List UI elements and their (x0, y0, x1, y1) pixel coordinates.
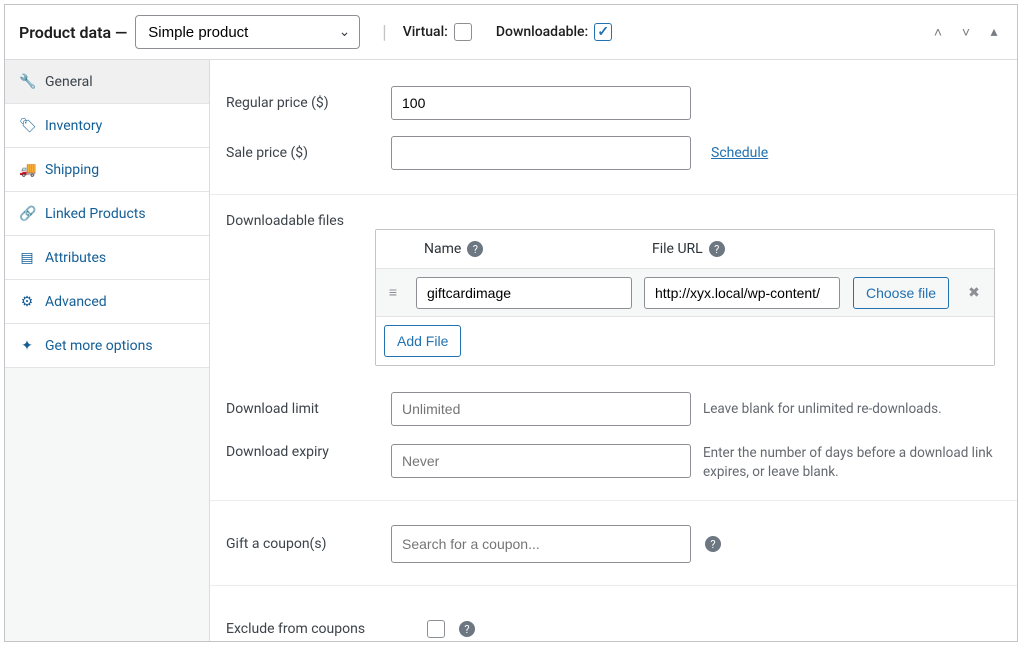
help-icon[interactable]: ? (709, 241, 725, 257)
sidebar-tab-getmore[interactable]: ✦ Get more options (5, 324, 209, 368)
sidebar-tab-label: General (45, 74, 93, 90)
sidebar-tab-label: Linked Products (45, 206, 146, 222)
gift-coupon-label: Gift a coupon(s) (226, 536, 391, 552)
link-icon: 🔗 (19, 206, 35, 222)
panel-title: Product data — (19, 23, 127, 42)
wrench-icon: 🔧 (19, 74, 35, 90)
downloadable-file-row: ≡ Choose file ✖ (376, 268, 994, 316)
regular-price-input[interactable] (391, 86, 691, 120)
sidebar-tab-label: Get more options (45, 338, 153, 354)
download-limit-desc: Leave blank for unlimited re-downloads. (703, 400, 1001, 419)
collapse-icon[interactable]: ▴ (985, 23, 1003, 41)
regular-price-label: Regular price ($) (226, 95, 391, 111)
exclude-coupons-label: Exclude from coupons (226, 621, 421, 637)
gift-coupon-input[interactable] (391, 525, 691, 563)
move-up-icon[interactable]: ˄ (929, 23, 947, 41)
delete-row-icon[interactable]: ✖ (956, 285, 992, 301)
download-expiry-input[interactable] (391, 444, 691, 478)
sidebar-tab-label: Attributes (45, 250, 106, 266)
choose-file-button[interactable]: Choose file (853, 277, 949, 309)
add-file-button[interactable]: Add File (384, 325, 461, 357)
truck-icon: 🚚 (19, 162, 35, 178)
download-limit-label: Download limit (226, 401, 391, 417)
cog-icon: ⚙ (19, 294, 35, 310)
move-down-icon[interactable]: ˅ (957, 23, 975, 41)
tag-icon: 🏷 (19, 118, 35, 134)
drag-handle-icon[interactable]: ≡ (376, 284, 410, 301)
help-icon[interactable]: ? (459, 621, 475, 637)
sidebar-tab-shipping[interactable]: 🚚 Shipping (5, 148, 209, 192)
file-url-input[interactable] (644, 277, 840, 309)
sidebar-tab-label: Advanced (45, 294, 107, 310)
downloadable-label: Downloadable: (496, 24, 588, 40)
sidebar-tab-inventory[interactable]: 🏷 Inventory (5, 104, 209, 148)
sidebar-tab-label: Shipping (45, 162, 99, 178)
panel-body: 🔧 General 🏷 Inventory 🚚 Shipping 🔗 Linked Produ… (5, 60, 1017, 641)
sidebar-tab-general[interactable]: 🔧 General (5, 60, 209, 104)
download-expiry-desc: Enter the number of days before a downlo… (703, 444, 1001, 482)
sale-price-input[interactable] (391, 136, 691, 170)
download-expiry-label: Download expiry (226, 444, 391, 460)
product-data-panel: Product data — Simple product ⌄ | Virtua… (4, 4, 1018, 642)
list-icon: ▤ (19, 250, 35, 266)
col-name-header: Name (424, 241, 461, 257)
schedule-link[interactable]: Schedule (711, 145, 768, 161)
help-icon[interactable]: ? (467, 241, 483, 257)
downloadable-files-label: Downloadable files (226, 213, 391, 229)
separator: | (382, 22, 386, 43)
panel-header: Product data — Simple product ⌄ | Virtua… (5, 5, 1017, 60)
download-limit-input[interactable] (391, 392, 691, 426)
exclude-coupons-checkbox[interactable] (427, 620, 445, 638)
sidebar-tab-linked[interactable]: 🔗 Linked Products (5, 192, 209, 236)
tabs-sidebar: 🔧 General 🏷 Inventory 🚚 Shipping 🔗 Linked Produ… (5, 60, 210, 641)
product-type-select[interactable]: Simple product (135, 15, 360, 49)
spark-icon: ✦ (19, 338, 35, 354)
sidebar-tab-label: Inventory (45, 118, 102, 134)
col-url-header: File URL (652, 241, 703, 257)
sidebar-tab-attributes[interactable]: ▤ Attributes (5, 236, 209, 280)
file-name-input[interactable] (416, 277, 632, 309)
downloadable-checkbox[interactable] (594, 23, 612, 41)
general-tab-content: Regular price ($) Sale price ($) Schedul… (210, 60, 1017, 641)
help-icon[interactable]: ? (705, 536, 721, 552)
sidebar-tab-advanced[interactable]: ⚙ Advanced (5, 280, 209, 324)
virtual-checkbox[interactable] (454, 23, 472, 41)
header-actions: ˄ ˅ ▴ (929, 23, 1003, 41)
downloadable-files-table: Name ? File URL ? ≡ Choose file ✖ Add File (375, 229, 995, 366)
virtual-label: Virtual: (403, 24, 448, 40)
sale-price-label: Sale price ($) (226, 145, 391, 161)
